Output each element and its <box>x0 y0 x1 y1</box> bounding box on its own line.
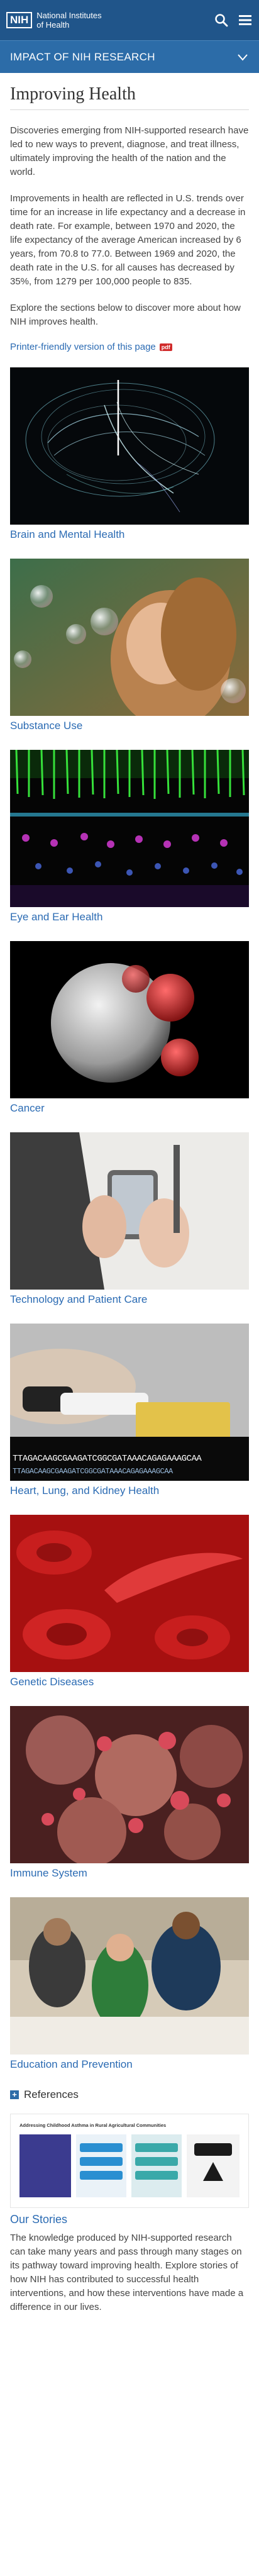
references-label: References <box>24 2088 79 2100</box>
stories-thumbnail-title: Addressing Childhood Asthma in Rural Agr… <box>19 2122 166 2128</box>
explore-paragraph: Explore the sections below to discover m… <box>10 303 241 327</box>
pdf-icon: pdf <box>159 343 172 351</box>
dna-sequence-2: TTAGACAAGCGAAGATCGGCGATAAACAGAGAAAGCAA <box>13 1467 174 1476</box>
tile-immune-system-label[interactable]: Immune System <box>10 1867 249 1880</box>
tile-substance-use-label[interactable]: Substance Use <box>10 720 249 732</box>
brain-image[interactable] <box>10 367 249 525</box>
header-actions <box>214 13 253 28</box>
tile-genetic-diseases[interactable]: Genetic Diseases <box>10 1515 249 1688</box>
immune-system-image[interactable] <box>10 1706 249 1863</box>
eye-ear-image[interactable] <box>10 750 249 907</box>
tile-brain[interactable]: Brain and Mental Health <box>10 367 249 541</box>
genetic-diseases-image[interactable] <box>10 1515 249 1672</box>
our-stories: Addressing Childhood Asthma in Rural Agr… <box>10 2114 249 2314</box>
stories-thumbnail[interactable]: Addressing Childhood Asthma in Rural Agr… <box>10 2114 249 2208</box>
tile-cancer-label[interactable]: Cancer <box>10 1102 249 1115</box>
tile-heart-lung-kidney[interactable]: TTAGACAAGCGAAGATCGGCGATAAACAGAGAAAGCAA T… <box>10 1324 249 1497</box>
references-toggle[interactable]: + References <box>10 2088 249 2101</box>
page-title: Improving Health <box>10 84 249 110</box>
site-header: NIH National Institutes of Health <box>0 0 259 40</box>
tile-heart-lung-kidney-label[interactable]: Heart, Lung, and Kidney Health <box>10 1485 249 1497</box>
logo-mark: NIH <box>6 12 33 28</box>
stories-title-link[interactable]: Our Stories <box>10 2213 249 2226</box>
chevron-down-icon[interactable] <box>236 51 249 64</box>
tile-education-prevention[interactable]: Education and Prevention <box>10 1897 249 2071</box>
dna-sequence: TTAGACAAGCGAAGATCGGCGATAAACAGAGAAAGCAA <box>13 1454 202 1464</box>
section-nav-toggle[interactable]: IMPACT OF NIH RESEARCH <box>0 40 259 73</box>
logo-line-2: of Health <box>36 20 70 30</box>
tile-genetic-diseases-label[interactable]: Genetic Diseases <box>10 1676 249 1688</box>
intro-paragraph: Discoveries emerging from NIH-supported … <box>10 125 249 177</box>
tile-immune-system[interactable]: Immune System <box>10 1706 249 1880</box>
logo-line-1: National Institutes <box>36 11 102 20</box>
tile-eye-ear[interactable]: Eye and Ear Health <box>10 750 249 923</box>
search-icon[interactable] <box>214 13 229 28</box>
printer-friendly: Printer-friendly version of this page pd… <box>10 342 249 352</box>
stories-text: The knowledge produced by NIH-supported … <box>10 2233 244 2312</box>
tile-education-prevention-label[interactable]: Education and Prevention <box>10 2058 249 2071</box>
education-prevention-image[interactable] <box>10 1897 249 2055</box>
tile-brain-label[interactable]: Brain and Mental Health <box>10 528 249 541</box>
tile-substance-use[interactable]: Substance Use <box>10 559 249 732</box>
menu-icon[interactable] <box>238 13 253 28</box>
tile-eye-ear-label[interactable]: Eye and Ear Health <box>10 911 249 923</box>
heart-lung-kidney-image[interactable]: TTAGACAAGCGAAGATCGGCGATAAACAGAGAAAGCAA T… <box>10 1324 249 1481</box>
substance-use-image[interactable] <box>10 559 249 716</box>
tile-technology[interactable]: Technology and Patient Care <box>10 1132 249 1306</box>
nih-logo[interactable]: NIH National Institutes of Health <box>6 11 102 30</box>
trends-paragraph: Improvements in health are reflected in … <box>10 193 246 287</box>
main-content: Improving Health Discoveries emerging fr… <box>0 73 259 2327</box>
cancer-image[interactable] <box>10 941 249 1098</box>
section-nav-label: IMPACT OF NIH RESEARCH <box>10 50 155 63</box>
logo-text: National Institutes of Health <box>36 11 101 30</box>
plus-icon[interactable]: + <box>10 2090 19 2099</box>
technology-image[interactable] <box>10 1132 249 1290</box>
tile-cancer[interactable]: Cancer <box>10 941 249 1115</box>
tile-technology-label[interactable]: Technology and Patient Care <box>10 1293 249 1306</box>
printer-friendly-link[interactable]: Printer-friendly version of this page <box>10 342 156 352</box>
